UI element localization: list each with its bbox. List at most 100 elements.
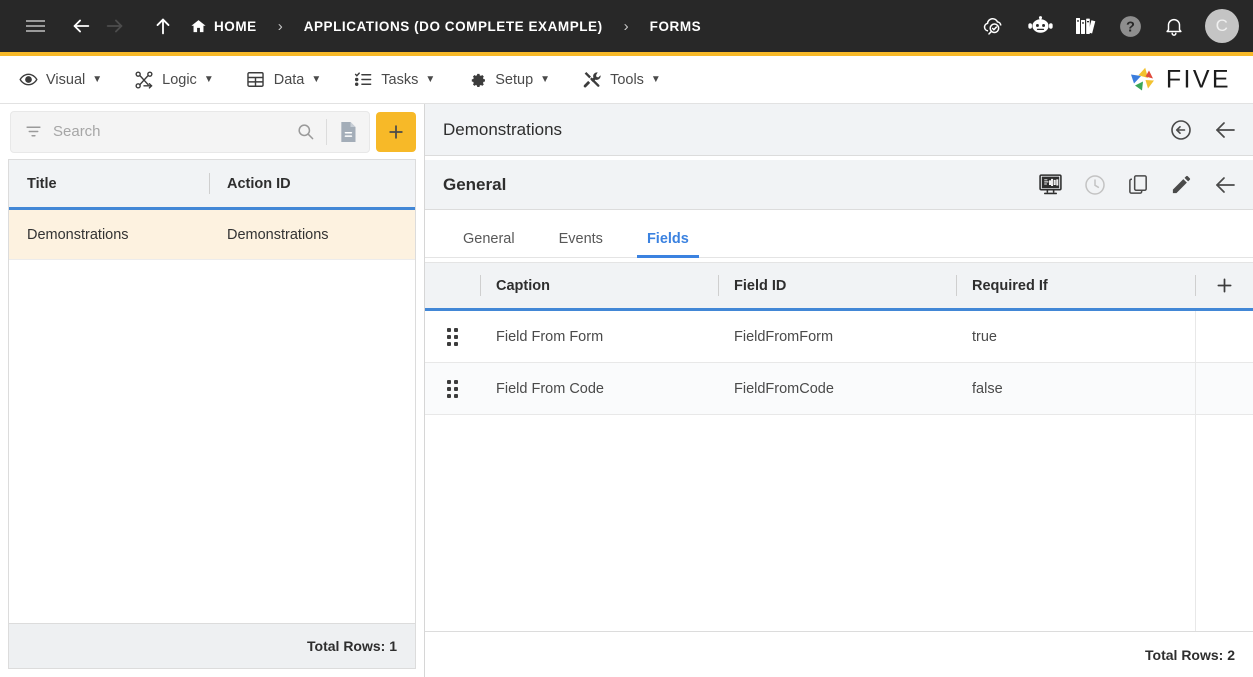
copy-icon[interactable] xyxy=(1127,173,1150,196)
actions-grid-body: Demonstrations Demonstrations xyxy=(9,210,415,623)
breadcrumb-separator: › xyxy=(277,17,283,35)
page-title: Demonstrations xyxy=(443,119,563,139)
chevron-down-icon: ▼ xyxy=(650,74,661,85)
column-header-field-id[interactable]: Field ID xyxy=(718,263,956,308)
menu-item-setup[interactable]: Setup ▼ xyxy=(467,70,550,90)
table-row[interactable]: Field From Form FieldFromForm true xyxy=(425,311,1253,363)
chevron-down-icon: ▼ xyxy=(540,74,551,85)
section-back-icon[interactable] xyxy=(1213,173,1237,197)
top-navigation-bar: HOME › APPLICATIONS (DO COMPLETE EXAMPLE… xyxy=(0,0,1253,52)
five-logo-mark xyxy=(1130,67,1154,90)
add-record-button[interactable] xyxy=(376,111,416,152)
cell-caption: Field From Code xyxy=(496,380,604,397)
grid-table-icon xyxy=(246,70,266,90)
menu-item-tools[interactable]: Tools ▼ xyxy=(582,70,661,90)
form-tabs: General Events Fields xyxy=(425,210,1253,258)
menu-label-data: Data xyxy=(273,71,305,88)
bell-icon[interactable] xyxy=(1163,15,1185,37)
gear-icon xyxy=(467,70,487,90)
breadcrumb-item-applications[interactable]: APPLICATIONS (DO COMPLETE EXAMPLE) xyxy=(304,19,603,34)
empty-area-main xyxy=(425,415,1195,631)
filter-icon[interactable] xyxy=(21,123,45,140)
right-panel-header-actions xyxy=(1169,118,1237,142)
left-panel-footer: Total Rows: 1 xyxy=(8,623,416,669)
menu-label-setup: Setup xyxy=(495,71,534,88)
right-panel-header: Demonstrations xyxy=(425,104,1253,156)
search-box[interactable] xyxy=(10,110,370,153)
tab-general[interactable]: General xyxy=(459,231,519,257)
menu-label-tools: Tools xyxy=(610,71,644,88)
edit-pencil-icon[interactable] xyxy=(1170,173,1193,196)
fields-grid-empty-area xyxy=(425,415,1253,631)
menu-item-visual[interactable]: Visual ▼ xyxy=(18,70,102,90)
add-field-button[interactable] xyxy=(1195,263,1253,308)
svg-text:?: ? xyxy=(1126,19,1135,35)
row-actions-cell xyxy=(1195,363,1253,414)
breadcrumb-item-forms[interactable]: FORMS xyxy=(650,19,702,34)
five-logo-text: FIVE xyxy=(1165,65,1231,93)
back-navigation-icon[interactable] xyxy=(64,9,98,43)
search-icon[interactable] xyxy=(288,122,322,141)
user-avatar[interactable]: C xyxy=(1205,9,1239,43)
menu-item-tasks[interactable]: Tasks ▼ xyxy=(353,70,435,90)
menu-item-data[interactable]: Data ▼ xyxy=(246,70,321,90)
drag-handle-icon[interactable] xyxy=(425,311,480,362)
column-header-action-id[interactable]: Action ID xyxy=(209,160,415,207)
menu-label-logic: Logic xyxy=(162,71,197,88)
column-header-required-if[interactable]: Required If xyxy=(956,263,1195,308)
five-logo: FIVE xyxy=(1126,64,1231,95)
right-panel: Demonstrations General General Events Fi… xyxy=(425,104,1253,677)
cell-field-id: FieldFromCode xyxy=(734,380,834,397)
undo-circle-icon[interactable] xyxy=(1169,118,1193,142)
home-icon xyxy=(190,18,207,35)
forward-navigation-icon xyxy=(98,9,132,43)
fields-grid: Caption Field ID Required If Field From … xyxy=(425,262,1253,677)
books-icon[interactable] xyxy=(1074,14,1098,38)
chevron-down-icon: ▼ xyxy=(92,74,103,85)
toolbar-divider xyxy=(326,118,327,145)
close-panel-back-icon[interactable] xyxy=(1213,118,1237,142)
fields-grid-footer: Total Rows: 2 xyxy=(425,631,1253,677)
document-icon[interactable] xyxy=(331,121,365,143)
table-row[interactable]: Field From Code FieldFromCode false xyxy=(425,363,1253,415)
tab-fields[interactable]: Fields xyxy=(636,231,699,258)
cloud-check-icon[interactable] xyxy=(981,13,1007,39)
actions-grid-header: Title Action ID xyxy=(9,160,415,210)
form-section-title: General xyxy=(443,174,507,194)
row-actions-cell xyxy=(1195,311,1253,362)
menu-item-logic[interactable]: Logic ▼ xyxy=(134,70,214,90)
actions-grid: Title Action ID Demonstrations Demonstra… xyxy=(8,159,416,623)
tools-icon xyxy=(582,70,602,90)
cell-action-id: Demonstrations xyxy=(227,226,329,243)
history-clock-icon xyxy=(1083,173,1107,197)
table-row[interactable]: Demonstrations Demonstrations xyxy=(9,210,415,260)
chat-bot-icon[interactable] xyxy=(1027,15,1054,37)
column-header-caption[interactable]: Caption xyxy=(480,263,718,308)
cell-required-if: false xyxy=(972,380,1003,397)
breadcrumb-item-home[interactable]: HOME xyxy=(190,18,257,35)
checklist-icon xyxy=(353,70,373,90)
logic-nodes-icon xyxy=(134,70,154,90)
workspace: Title Action ID Demonstrations Demonstra… xyxy=(0,104,1253,677)
application-menu-bar: Visual ▼ Logic ▼ Data ▼ Tasks ▼ Setup ▼ xyxy=(0,56,1253,104)
empty-area-actions-column xyxy=(1195,415,1253,631)
cell-caption: Field From Form xyxy=(496,328,604,345)
tab-events[interactable]: Events xyxy=(555,231,607,257)
drag-handle-icon[interactable] xyxy=(425,363,480,414)
breadcrumb-label-home: HOME xyxy=(214,18,257,34)
search-input[interactable] xyxy=(45,123,288,140)
menu-label-tasks: Tasks xyxy=(381,71,419,88)
breadcrumb: HOME › APPLICATIONS (DO COMPLETE EXAMPLE… xyxy=(190,18,981,35)
breadcrumb-separator: › xyxy=(623,17,629,35)
up-level-icon[interactable] xyxy=(146,9,180,43)
chevron-down-icon: ▼ xyxy=(203,74,214,85)
column-header-title[interactable]: Title xyxy=(9,160,209,207)
cell-title: Demonstrations xyxy=(27,226,129,243)
cell-field-id: FieldFromForm xyxy=(734,328,834,345)
search-toolbar xyxy=(0,104,424,159)
left-panel-bottom-spacer xyxy=(0,669,424,677)
chevron-down-icon: ▼ xyxy=(425,74,436,85)
hamburger-menu-icon[interactable] xyxy=(18,9,52,43)
monitor-preview-icon[interactable] xyxy=(1038,172,1063,197)
help-icon[interactable]: ? xyxy=(1118,14,1143,39)
